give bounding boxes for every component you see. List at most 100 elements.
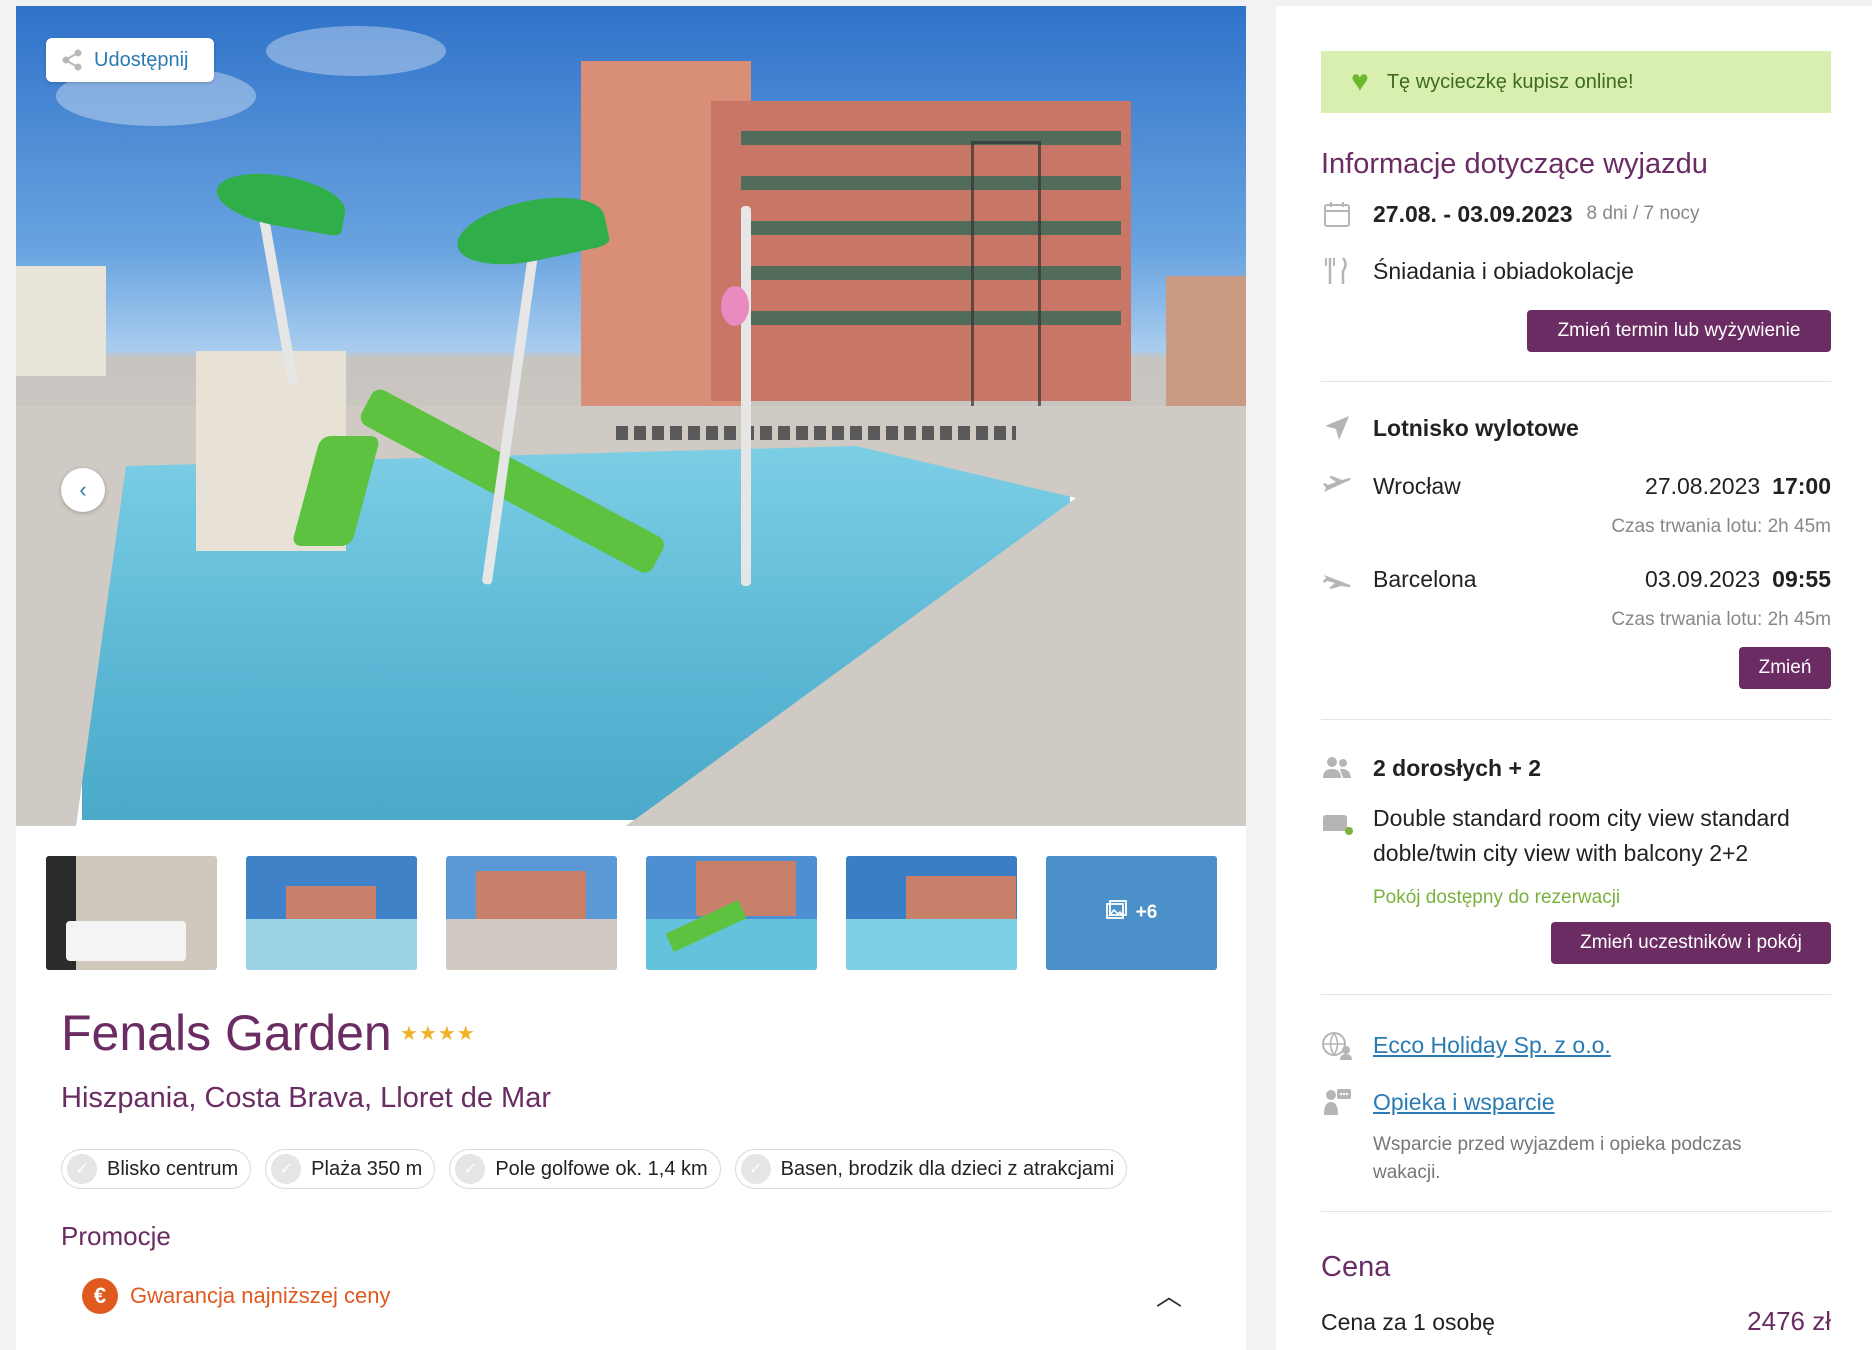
plane-takeoff-icon <box>1321 470 1353 502</box>
check-icon: ✓ <box>455 1154 486 1184</box>
bed-icon <box>1321 808 1353 840</box>
balcony <box>741 266 1121 280</box>
globe-person-icon <box>1321 1029 1353 1061</box>
price-row: Cena za 1 osobę 2476 zł <box>1321 1306 1831 1337</box>
support-row: Opieka i wsparcie <box>1321 1086 1555 1118</box>
more-overlay <box>1046 856 1217 970</box>
feature-label: Blisko centrum <box>107 1157 239 1180</box>
share-button[interactable]: Udostępnij <box>46 38 214 82</box>
organizer-row: Ecco Holiday Sp. z o.o. <box>1321 1029 1611 1061</box>
outbound-time: 17:00 <box>1772 473 1831 499</box>
check-icon: ✓ <box>67 1154 97 1184</box>
chevron-left-icon: ‹ <box>79 477 87 502</box>
cutlery-icon <box>1321 255 1353 287</box>
thumbnail-water-slides[interactable] <box>646 856 817 970</box>
heart-icon: ♥ <box>1351 65 1369 98</box>
thumbnail-strip: +6 <box>46 856 1221 970</box>
hotel-wing <box>711 101 1131 401</box>
support-description: Wsparcie przed wyjazdem i opieka podczas… <box>1373 1134 1742 1183</box>
online-purchase-banner: ♥ Tę wycieczkę kupisz online! <box>1321 51 1831 113</box>
balcony <box>741 176 1121 190</box>
return-time: 09:55 <box>1772 566 1831 592</box>
flamingo-head <box>721 286 749 326</box>
thumbnail-pool-terrace[interactable] <box>246 856 417 970</box>
feature-chip: ✓ Basen, brodzik dla dzieci z atrakcjami <box>734 1149 1128 1189</box>
thumb-building <box>476 871 586 921</box>
price-label: Cena za 1 osobę <box>1321 1309 1495 1335</box>
balcony <box>741 221 1121 235</box>
room-bed <box>66 921 186 961</box>
thumb-pool <box>246 918 417 970</box>
price-guarantee-icon: € <box>82 1278 118 1314</box>
online-banner-text: Tę wycieczkę kupisz online! <box>1386 70 1634 93</box>
booking-sidebar: ♥ Tę wycieczkę kupisz online! Informacje… <box>1276 6 1872 1350</box>
change-date-button[interactable]: Zmień termin lub wyżywienie <box>1527 310 1831 352</box>
gallery-icon <box>1105 899 1128 927</box>
feature-chip: ✓ Pole golfowe ok. 1,4 km <box>449 1149 721 1189</box>
palm-trunk <box>741 206 751 586</box>
navigation-arrow-icon <box>1321 412 1353 444</box>
loungers <box>616 426 1016 440</box>
balcony <box>741 311 1121 325</box>
outbound-duration: Czas trwania lotu: 2h 45m <box>1611 516 1831 537</box>
thumb-building <box>906 876 1016 921</box>
thumbnail-hotel-pool[interactable] <box>446 856 617 970</box>
promotion-item[interactable]: € Gwarancja najniższej ceny <box>82 1278 390 1314</box>
feature-label: Plaża 350 m <box>311 1157 423 1180</box>
airport-heading-row: Lotnisko wylotowe <box>1321 412 1579 444</box>
plane-landing-icon <box>1321 563 1353 595</box>
trip-duration: 8 dni / 7 nocy <box>1586 203 1700 224</box>
hotel-name: Fenals Garden <box>61 1005 392 1061</box>
organizer-link[interactable]: Ecco Holiday Sp. z o.o. <box>1373 1032 1611 1059</box>
board-row: Śniadania i obiadokolacje <box>1321 255 1634 287</box>
return-duration: Czas trwania lotu: 2h 45m <box>1611 609 1831 630</box>
more-photos-count: +6 <box>1135 902 1158 923</box>
outbound-flight-row: Wrocław <box>1321 470 1461 502</box>
return-city: Barcelona <box>1373 565 1477 592</box>
airport-heading: Lotnisko wylotowe <box>1373 414 1579 441</box>
check-icon: ✓ <box>740 1154 771 1184</box>
divider <box>1321 381 1831 382</box>
chevron-up-icon[interactable]: ︿ <box>1156 1276 1182 1313</box>
calendar-icon <box>1321 198 1353 230</box>
hotel-building <box>581 61 1141 421</box>
people-icon <box>1321 752 1353 784</box>
check-icon: ✓ <box>271 1154 302 1184</box>
feature-chip: ✓ Plaża 350 m <box>265 1149 436 1189</box>
hotel-main-panel: Udostępnij ‹ +6 Fenals Garden ★★★★ Hiszp… <box>16 6 1246 1350</box>
outbound-datetime: 27.08.2023 17:00 <box>1645 473 1831 500</box>
thumb-building <box>696 861 796 916</box>
trip-dates-row: 27.08. - 03.09.2023 8 dni / 7 nocy <box>1321 198 1700 230</box>
thumbnail-kids-pool[interactable] <box>846 856 1017 970</box>
change-flight-button[interactable]: Zmień <box>1739 647 1831 689</box>
return-date: 03.09.2023 <box>1645 566 1761 592</box>
support-link[interactable]: Opieka i wsparcie <box>1373 1089 1555 1116</box>
room-description: Double standard room city view standard … <box>1373 805 1790 866</box>
price-heading: Cena <box>1321 1251 1391 1283</box>
gallery-prev-button[interactable]: ‹ <box>61 468 105 512</box>
thumbnail-room[interactable] <box>46 856 217 970</box>
hotel-stars: ★★★★ <box>400 1023 476 1045</box>
participants-row: 2 dorosłych + 2 <box>1321 752 1541 784</box>
background-building <box>16 266 106 376</box>
feature-label: Basen, brodzik dla dzieci z atrakcjami <box>780 1157 1115 1180</box>
feature-chips: ✓ Blisko centrum ✓ Plaża 350 m ✓ Pole golfo… <box>61 1149 1128 1189</box>
thumbnail-more-photos[interactable]: +6 <box>1046 856 1217 970</box>
support-agent-icon <box>1321 1086 1353 1118</box>
share-label: Udostępnij <box>94 48 189 71</box>
thumb-deck <box>446 918 617 970</box>
divider <box>1321 994 1831 995</box>
hero-photo[interactable]: Udostępnij ‹ <box>16 6 1246 826</box>
fire-escape <box>971 141 1041 421</box>
outbound-city: Wrocław <box>1373 472 1461 499</box>
change-participants-button[interactable]: Zmień uczestników i pokój <box>1551 922 1831 964</box>
return-flight-row: Barcelona <box>1321 563 1477 595</box>
promotion-label: Gwarancja najniższej ceny <box>130 1283 391 1308</box>
return-datetime: 03.09.2023 09:55 <box>1645 566 1831 593</box>
board-type: Śniadania i obiadokolacje <box>1373 257 1634 284</box>
feature-label: Pole golfowe ok. 1,4 km <box>495 1157 708 1180</box>
feature-chip: ✓ Blisko centrum <box>61 1149 252 1189</box>
promotions-title: Promocje <box>61 1221 171 1251</box>
palm-leaf <box>212 165 350 237</box>
room-row: Double standard room city view standard … <box>1321 805 1823 871</box>
